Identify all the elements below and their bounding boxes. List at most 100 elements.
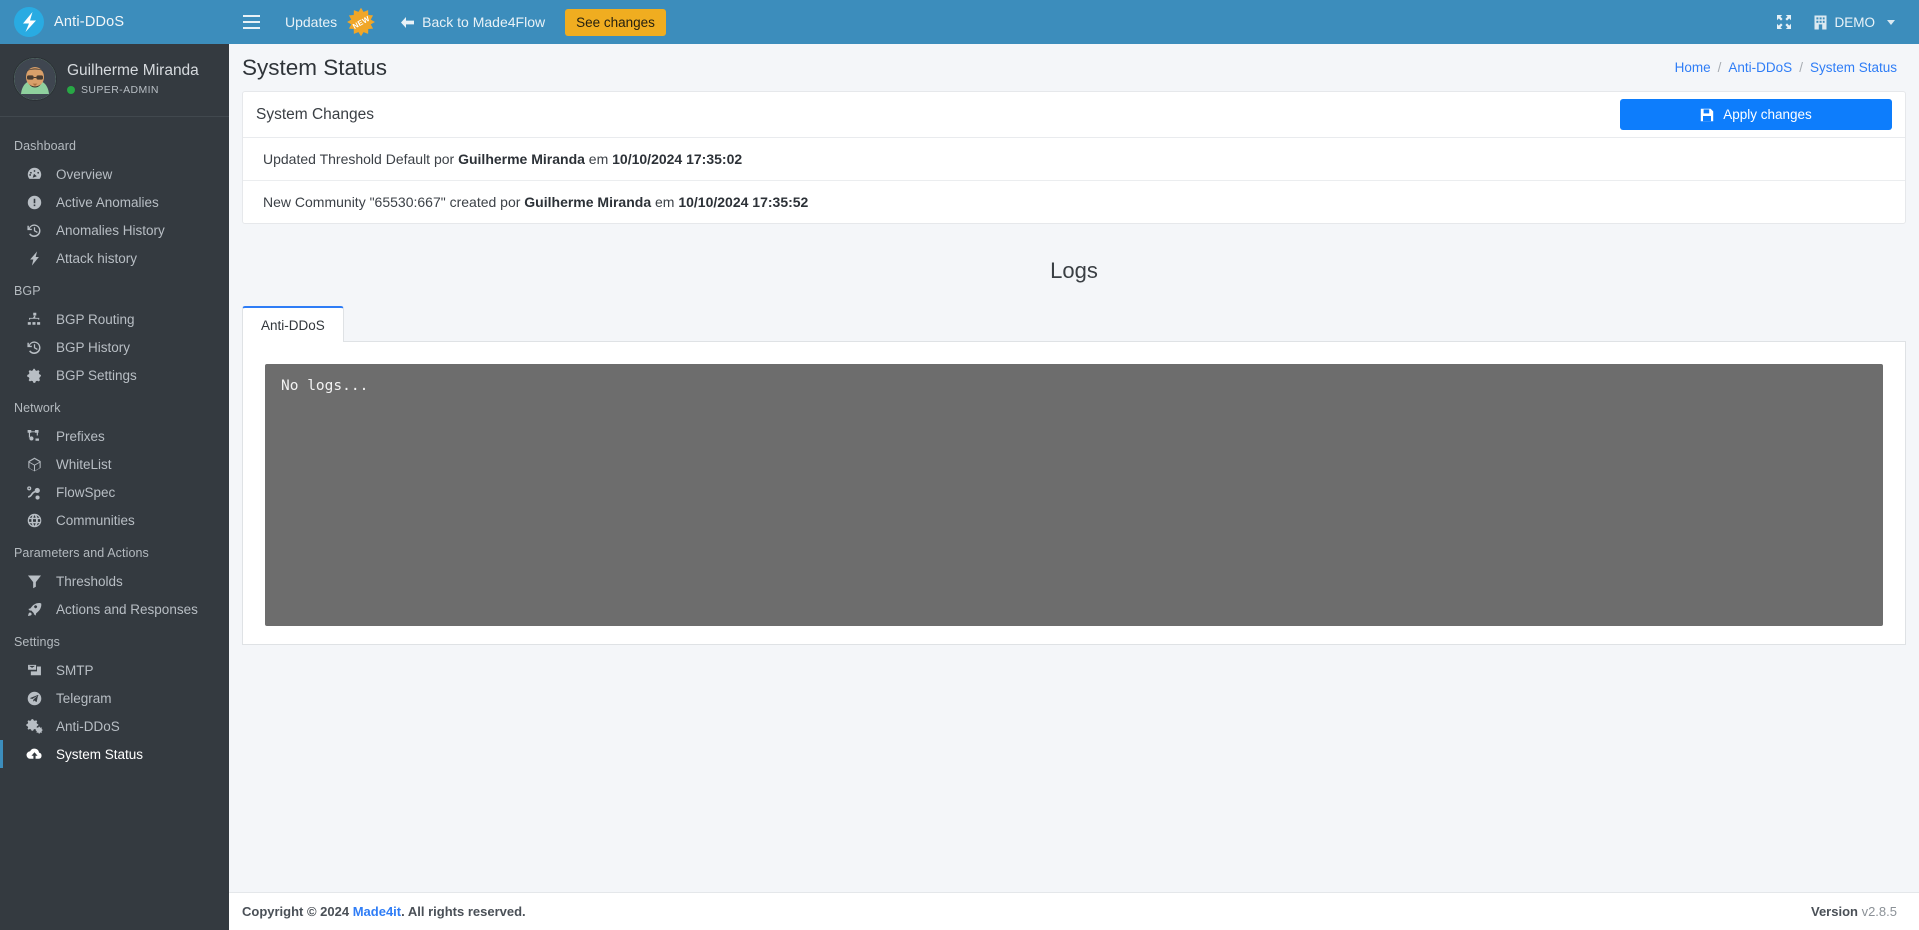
brand-logo-area[interactable]: Anti-DDoS	[0, 0, 229, 44]
page-title: System Status	[242, 54, 388, 80]
tab-anti-ddos[interactable]: Anti-DDoS	[242, 306, 344, 342]
breadcrumb-item-home[interactable]: Home	[1675, 60, 1711, 75]
cogs-icon	[25, 718, 44, 735]
new-badge-icon: NEW	[346, 7, 376, 37]
sidebar-item-attack-history[interactable]: Attack history	[0, 244, 229, 272]
logs-title: Logs	[1050, 258, 1098, 283]
filter-icon	[25, 573, 44, 590]
sidebar-nav: Dashboard Overview Active Anomalies Anomali…	[0, 117, 229, 768]
route-icon	[25, 484, 44, 501]
system-changes-header: System Changes Apply changes	[243, 92, 1905, 138]
logs-tab-list: Anti-DDoS	[242, 306, 1906, 342]
sidebar-item-thresholds[interactable]: Thresholds	[0, 567, 229, 595]
sidebar-item-label: BGP Routing	[56, 311, 135, 327]
sidebar-item-label: Telegram	[56, 690, 112, 706]
user-name: Guilherme Miranda	[67, 62, 199, 80]
sidebar-item-flowspec[interactable]: FlowSpec	[0, 478, 229, 506]
breadcrumb-separator: /	[1717, 60, 1722, 75]
see-changes-button[interactable]: See changes	[565, 8, 666, 36]
version-value: v2.8.5	[1861, 904, 1897, 919]
change-connector: em	[584, 151, 613, 167]
topbar-right-group: DEMO	[1764, 0, 1919, 44]
fullscreen-icon[interactable]	[1764, 0, 1804, 44]
user-avatar-glyph	[14, 58, 56, 100]
sidebar-item-bgp-routing[interactable]: BGP Routing	[0, 305, 229, 333]
bolt-logo-glyph	[23, 12, 36, 32]
sidebar-item-anti-ddos[interactable]: Anti-DDoS	[0, 712, 229, 740]
company-selector[interactable]: DEMO	[1804, 0, 1906, 44]
sidebar-item-whitelist[interactable]: WhiteList	[0, 450, 229, 478]
mail-bulk-icon	[25, 662, 44, 679]
sidebar-item-label: BGP History	[56, 339, 131, 355]
system-change-row: New Community "65530:667" created por Gu…	[243, 181, 1905, 223]
sidebar-item-communities[interactable]: Communities	[0, 506, 229, 534]
sidebar-item-overview[interactable]: Overview	[0, 160, 229, 188]
user-role: SUPER-ADMIN	[67, 84, 199, 96]
status-dot-icon	[67, 85, 75, 94]
polygon-icon	[25, 456, 44, 473]
breadcrumb: Home / Anti-DDoS / System Status	[1675, 60, 1897, 75]
copyright-suffix: . All rights reserved.	[401, 904, 526, 919]
user-meta: Guilherme Miranda SUPER-ADMIN	[67, 62, 199, 96]
back-link-label: Back to Made4Flow	[422, 14, 546, 30]
bolt-icon	[25, 250, 44, 267]
sidebar-item-label: Overview	[56, 166, 113, 182]
change-author: Guilherme Miranda	[458, 151, 585, 167]
system-changes-list: Updated Threshold Default por Guilherme …	[243, 138, 1905, 223]
system-change-row: Updated Threshold Default por Guilherme …	[243, 138, 1905, 181]
avatar	[14, 58, 56, 100]
version-info: Version v2.8.5	[1811, 904, 1897, 919]
breadcrumb-item-anti-ddos[interactable]: Anti-DDoS	[1728, 60, 1792, 75]
breadcrumb-item-current: System Status	[1809, 60, 1897, 75]
apply-changes-label: Apply changes	[1723, 107, 1812, 122]
history-icon	[25, 222, 44, 239]
sidebar-item-bgp-settings[interactable]: BGP Settings	[0, 361, 229, 389]
telegram-icon	[25, 690, 44, 707]
change-timestamp: 10/10/2024 17:35:02	[612, 151, 743, 167]
exclamation-circle-icon	[25, 194, 44, 211]
logs-console[interactable]: No logs...	[265, 364, 1883, 626]
sidebar-item-label: BGP Settings	[56, 367, 137, 383]
history-icon	[25, 339, 44, 356]
sidebar-item-label: Communities	[56, 512, 135, 528]
sidebar-item-bgp-history[interactable]: BGP History	[0, 333, 229, 361]
sidebar-item-label: System Status	[56, 746, 144, 762]
sidebar-item-active-anomalies[interactable]: Active Anomalies	[0, 188, 229, 216]
rocket-icon	[25, 601, 44, 618]
sidebar-item-label: Anti-DDoS	[56, 718, 120, 734]
sidebar-item-actions-and-responses[interactable]: Actions and Responses	[0, 595, 229, 623]
sitemap-icon	[25, 311, 44, 328]
sidebar-item-label: FlowSpec	[56, 484, 116, 500]
sidebar-item-label: Active Anomalies	[56, 194, 159, 210]
sidebar-item-label: WhiteList	[56, 456, 112, 472]
back-to-made4flow-link[interactable]: Back to Made4Flow	[388, 0, 557, 44]
system-changes-panel: System Changes Apply changes Updated Thr…	[242, 91, 1906, 224]
project-diagram-icon	[25, 428, 44, 445]
topbar-left-group: Updates NEW Back to Made4Flow See change…	[229, 0, 666, 44]
sidebar-item-label: Actions and Responses	[56, 601, 198, 617]
sidebar-item-anomalies-history[interactable]: Anomalies History	[0, 216, 229, 244]
sidebar-item-system-status[interactable]: System Status	[0, 740, 229, 768]
company-link[interactable]: Made4it	[353, 904, 401, 919]
sidebar-item-telegram[interactable]: Telegram	[0, 684, 229, 712]
updates-link[interactable]: Updates NEW	[273, 0, 388, 44]
building-icon	[1814, 15, 1826, 29]
sidebar-section-header: Parameters and Actions	[14, 546, 149, 560]
user-panel[interactable]: Guilherme Miranda SUPER-ADMIN	[0, 44, 229, 117]
globe-icon	[25, 512, 44, 529]
gear-icon	[25, 367, 44, 384]
change-author: Guilherme Miranda	[524, 194, 652, 210]
sidebar-section-header: Dashboard	[14, 139, 77, 153]
system-changes-title: System Changes	[256, 105, 375, 123]
bolt-logo-icon	[14, 7, 44, 37]
sidebar-item-label: Thresholds	[56, 573, 123, 589]
copyright-prefix: Copyright © 2024	[242, 904, 353, 919]
logs-tabs-section: Anti-DDoS No logs...	[242, 306, 1906, 645]
brand-label: Anti-DDoS	[54, 14, 125, 30]
apply-changes-button[interactable]: Apply changes	[1620, 99, 1892, 130]
application-window: Anti-DDoS Updates NEW Back to Made4Flow …	[0, 0, 1919, 930]
top-navigation-bar: Anti-DDoS Updates NEW Back to Made4Flow …	[0, 0, 1919, 44]
sidebar-item-prefixes[interactable]: Prefixes	[0, 422, 229, 450]
sidebar-item-smtp[interactable]: SMTP	[0, 656, 229, 684]
menu-toggle-icon[interactable]	[229, 0, 273, 44]
